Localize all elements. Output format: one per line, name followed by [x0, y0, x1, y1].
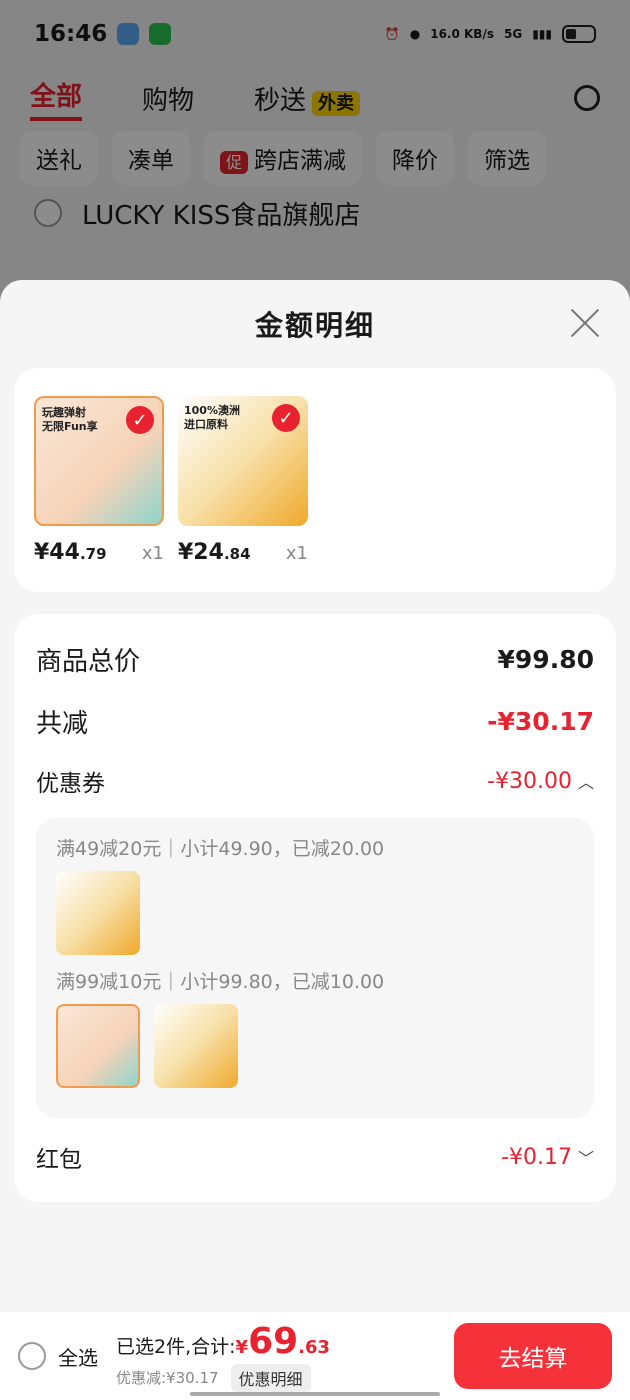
coupon-value-wrap: -¥30.00 ︿ — [487, 769, 594, 794]
footer-total: ¥69.63 — [236, 1321, 331, 1362]
network-speed: 16.0 KB/s — [430, 27, 494, 41]
product-qty: x1 — [285, 543, 308, 564]
background-page: 16:46 ⏰ ● 16.0 KB/s 5G ▮▮▮ 全部 购物 秒送 外卖 送礼… — [0, 0, 630, 300]
product-price: ¥24.84 — [178, 540, 251, 565]
product-mini-thumbnail — [154, 1004, 238, 1088]
redpacket-value: -¥0.17 — [501, 1144, 572, 1170]
product-thumbnail: 100%澳洲 进口原料 ✓ — [178, 396, 308, 526]
checkmark-icon: ✓ — [272, 404, 300, 432]
price-int: ¥44 — [34, 540, 80, 565]
app-icon — [117, 23, 140, 45]
redpacket-label: 红包 — [36, 1147, 82, 1173]
battery-icon — [562, 25, 596, 43]
discount-detail-button[interactable]: 优惠明细 — [230, 1363, 311, 1392]
price-dec: .79 — [79, 545, 107, 563]
wechat-icon — [149, 23, 172, 45]
filter-cross-store[interactable]: 促跨店满减 — [204, 131, 363, 185]
total-value: ¥99.80 — [497, 644, 594, 674]
store-name[interactable]: LUCKY KISS食品旗舰店 — [82, 195, 360, 232]
tab-all[interactable]: 全部 — [30, 76, 83, 121]
sheet-header: 金额明细 — [0, 280, 630, 368]
redpacket-row[interactable]: 红包 -¥0.17 ﹀ — [36, 1128, 594, 1186]
product-item[interactable]: 100%澳洲 进口原料 ✓ ¥24.84 x1 — [178, 396, 308, 565]
product-thumbnail: 玩趣弹射 无限Fun享 ✓ — [34, 396, 164, 526]
selected-text: 已选2件,合计: — [116, 1335, 236, 1358]
total-row: 商品总价 ¥99.80 — [36, 628, 594, 690]
footer-total-int: 69 — [248, 1320, 299, 1362]
filter-cross-store-label: 跨店满减 — [254, 148, 347, 174]
coupon-rule: 满49减20元｜小计49.90，已减20.00 — [56, 838, 385, 860]
signal-label: 5G — [503, 27, 523, 41]
product-price: ¥44.79 — [34, 540, 107, 565]
reduce-label: 共减 — [36, 708, 89, 739]
product-mini-thumbnail — [56, 1004, 140, 1088]
takeout-badge: 外卖 — [312, 90, 361, 116]
price-detail-card: 商品总价 ¥99.80 共减 -¥30.17 优惠券 -¥30.00 ︿ 满49减… — [14, 614, 616, 1202]
price-dec: .84 — [223, 545, 251, 563]
total-label: 商品总价 — [36, 646, 141, 677]
signal-icon: ▮▮▮ — [532, 27, 552, 41]
status-bar: 16:46 ⏰ ● 16.0 KB/s 5G ▮▮▮ — [0, 0, 630, 68]
price-int: ¥24 — [178, 540, 224, 565]
select-all-label: 全选 — [58, 1345, 98, 1370]
product-thumb-text: 玩趣弹射 无限Fun享 — [42, 406, 98, 434]
total-block: 已选2件,合计: ¥69.63 优惠减:¥30.17 优惠明细 — [116, 1321, 330, 1392]
reduce-row: 共减 -¥30.17 — [36, 690, 594, 752]
close-icon[interactable] — [570, 308, 600, 338]
alarm-icon: ⏰ — [384, 27, 400, 41]
filter-gift[interactable]: 送礼 — [20, 131, 98, 185]
checkout-button[interactable]: 去结算 — [454, 1323, 612, 1389]
chevron-down-icon: ﹀ — [577, 1149, 594, 1168]
location-icon: ● — [409, 27, 421, 41]
store-row: LUCKY KISS食品旗舰店 — [0, 188, 630, 238]
coupon-detail-box: 满49减20元｜小计49.90，已减20.00 满99减10元｜小计99.80，… — [36, 818, 594, 1118]
filter-bar: 送礼 凑单 促跨店满减 降价 筛选 — [0, 128, 630, 188]
tab-instant-label: 秒送 — [254, 85, 307, 116]
redpacket-value-wrap: -¥0.17 ﹀ — [501, 1145, 594, 1170]
top-tabs: 全部 购物 秒送 外卖 — [0, 68, 630, 128]
product-mini-thumbnail — [56, 871, 140, 955]
coupon-label: 优惠券 — [36, 771, 105, 797]
search-icon[interactable] — [574, 85, 600, 111]
amount-detail-sheet: 金额明细 玩趣弹射 无限Fun享 ✓ ¥44.79 x1 100%澳洲 进口原料… — [0, 280, 630, 1400]
coupon-rule: 满99减10元｜小计99.80，已减10.00 — [56, 971, 385, 993]
tab-shopping[interactable]: 购物 — [142, 80, 194, 117]
product-item[interactable]: 玩趣弹射 无限Fun享 ✓ ¥44.79 x1 — [34, 396, 164, 565]
status-time: 16:46 — [34, 21, 108, 47]
product-thumb-text: 100%澳洲 进口原料 — [184, 404, 240, 432]
select-all-checkbox[interactable] — [18, 1342, 46, 1370]
sheet-title: 金额明细 — [254, 309, 375, 342]
coupon-value: -¥30.00 — [487, 768, 572, 794]
footer-currency: ¥ — [235, 1336, 249, 1358]
coupon-products — [56, 871, 574, 955]
product-qty: x1 — [141, 543, 164, 564]
product-list: 玩趣弹射 无限Fun享 ✓ ¥44.79 x1 100%澳洲 进口原料 ✓ ¥2… — [14, 368, 616, 592]
footer-total-dec: .63 — [298, 1336, 331, 1358]
store-checkbox[interactable] — [34, 199, 62, 227]
coupon-products — [56, 1004, 574, 1088]
tab-instant[interactable]: 秒送 外卖 — [254, 80, 361, 117]
discount-text: 优惠减:¥30.17 — [116, 1369, 219, 1387]
coupon-row[interactable]: 优惠券 -¥30.00 ︿ — [36, 752, 594, 810]
home-indicator — [190, 1392, 440, 1396]
checkout-bar: 全选 已选2件,合计: ¥69.63 优惠减:¥30.17 优惠明细 去结算 — [0, 1312, 630, 1400]
filter-price-drop[interactable]: 降价 — [376, 131, 455, 185]
filter-bundle[interactable]: 凑单 — [112, 131, 190, 185]
checkmark-icon: ✓ — [126, 406, 154, 434]
filter-screen[interactable]: 筛选 — [468, 131, 547, 185]
reduce-value: -¥30.17 — [487, 706, 594, 736]
select-all[interactable]: 全选 — [18, 1342, 98, 1371]
promo-tag: 促 — [220, 151, 249, 174]
chevron-up-icon: ︿ — [577, 773, 594, 792]
